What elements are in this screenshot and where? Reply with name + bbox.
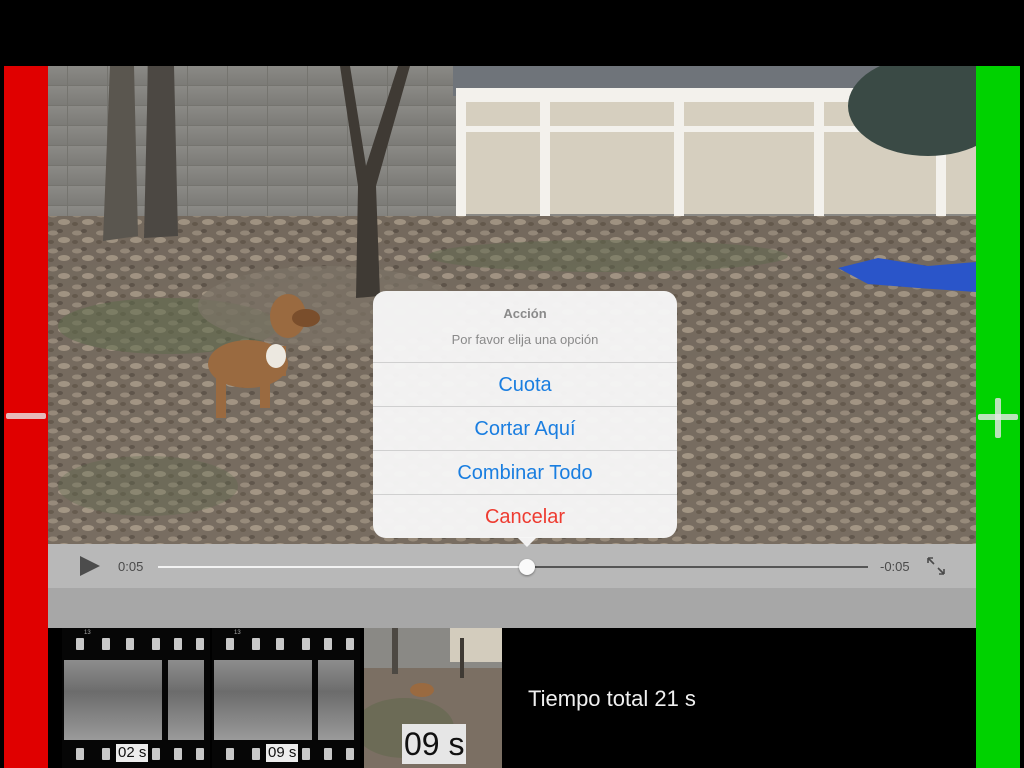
timeline-strip: 13 02 s 13 09 s 09 s Tiempo total 21 s bbox=[48, 628, 976, 768]
clip-thumbnail[interactable]: 13 09 s bbox=[212, 628, 360, 768]
action-sheet: Acción Por favor elija una opción Cuota … bbox=[373, 291, 677, 538]
expand-icon[interactable] bbox=[926, 556, 946, 576]
frame-number: 13 bbox=[84, 630, 91, 636]
action-cancel-button[interactable]: Cancelar bbox=[373, 494, 677, 538]
scrubber-track-played[interactable] bbox=[158, 566, 528, 568]
time-remaining: -0:05 bbox=[880, 559, 910, 574]
controls-spacer bbox=[48, 588, 976, 628]
action-merge-all-button[interactable]: Combinar Todo bbox=[373, 450, 677, 494]
action-sheet-message: Por favor elija una opción bbox=[451, 332, 599, 347]
action-cut-here-button[interactable]: Cortar Aquí bbox=[373, 406, 677, 450]
current-clip-thumbnail[interactable]: 09 s bbox=[364, 628, 502, 768]
time-elapsed: 0:05 bbox=[118, 559, 144, 574]
clip-duration: 02 s bbox=[116, 744, 149, 762]
frame-number: 13 bbox=[234, 630, 241, 636]
current-clip-duration: 09 s bbox=[402, 724, 467, 764]
clip-duration: 09 s bbox=[266, 744, 299, 762]
play-icon[interactable] bbox=[80, 556, 100, 576]
total-time-label: Tiempo total 21 s bbox=[528, 686, 696, 711]
scrubber-knob[interactable] bbox=[519, 559, 536, 575]
popover-arrow bbox=[517, 537, 537, 547]
scrubber-track-remaining[interactable] bbox=[527, 566, 868, 568]
action-sheet-title: Acción bbox=[503, 306, 547, 321]
clip-thumbnail[interactable]: 13 02 s bbox=[62, 628, 210, 768]
plus-icon-vertical[interactable] bbox=[995, 398, 1001, 438]
minus-icon[interactable] bbox=[6, 413, 46, 419]
playback-controls: 0:05 -0:05 bbox=[48, 544, 976, 588]
action-share-button[interactable]: Cuota bbox=[373, 362, 677, 406]
